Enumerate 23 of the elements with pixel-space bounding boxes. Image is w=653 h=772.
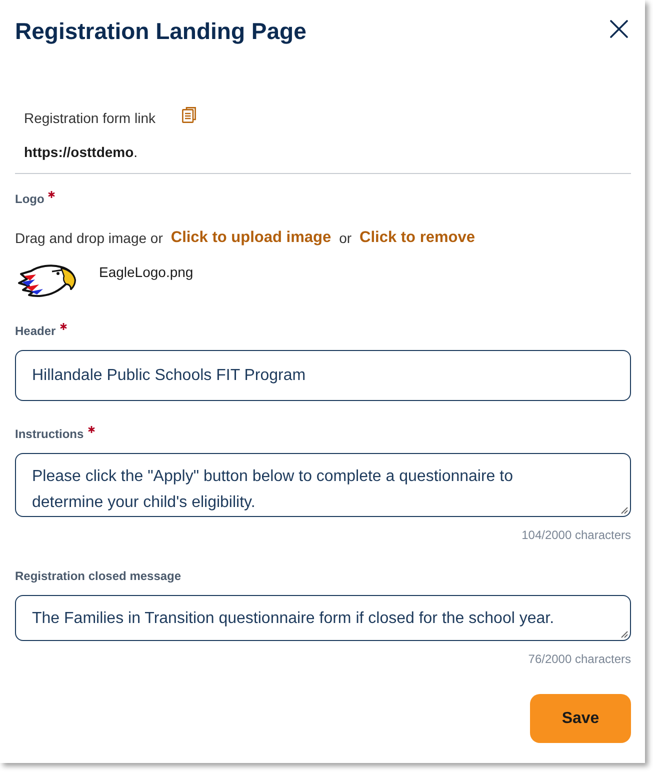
remove-link[interactable]: Click to remove [360,228,475,248]
field-label: Registration closed message [15,568,182,584]
upload-hint: Drag and drop image or [15,229,163,248]
file-name: EagleLogo.png [99,263,194,282]
character-counter: 76/2000 characters [528,651,631,667]
dialog-title: Registration Landing Page [15,17,306,46]
field-label: Header [15,323,56,339]
close-icon[interactable] [610,20,628,38]
field-label: Instructions [15,426,84,442]
text-area[interactable]: The Families in Transition questionnaire form if closed for the school year. [15,595,631,641]
copy-icon[interactable] [182,107,196,123]
text-area[interactable]: Please click the "Apply" button below to complete a questionnaire to determine your child's eligibility. [15,453,631,517]
field-label: Logo [15,191,44,207]
text-input[interactable]: Hillandale Public Schools FIT Program [15,350,631,401]
resize-grip-icon[interactable] [621,507,628,514]
form-link-url: https://osttdemo. [24,143,139,162]
save-button[interactable]: Save [530,694,631,743]
form-link-label: Registration form link [24,109,156,128]
resize-grip-icon[interactable] [621,631,628,638]
eagle-logo [17,262,77,298]
separator-text: or [339,229,352,248]
character-counter: 104/2000 characters [522,527,631,543]
upload-link[interactable]: Click to upload image [170,228,332,248]
